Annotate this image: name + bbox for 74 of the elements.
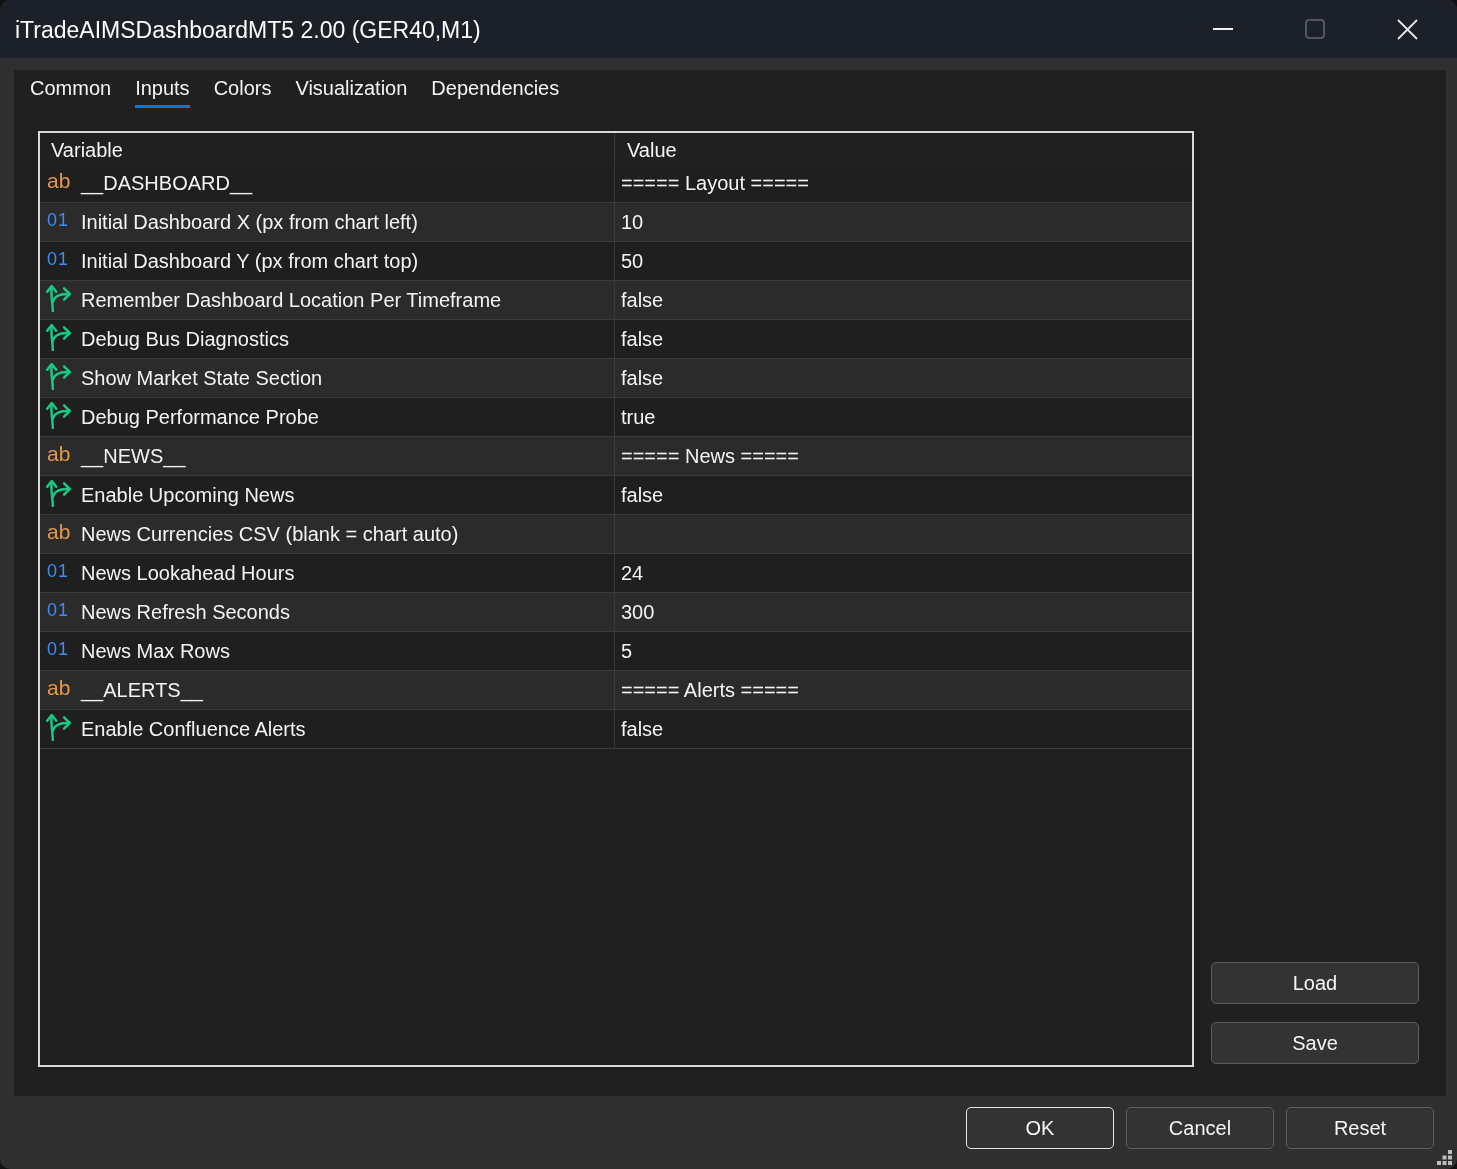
column-header[interactable]: Variable: [51, 139, 123, 162]
type-label: ab: [47, 442, 71, 466]
table-row[interactable]: Show Market State Section false: [40, 359, 1192, 398]
tab[interactable]: Colors: [213, 76, 272, 108]
variable-value[interactable]: 5: [621, 639, 633, 663]
table-row[interactable]: Debug Bus Diagnostics false: [40, 320, 1192, 359]
variable-name: News Max Rows: [81, 639, 230, 663]
variable-name: Show Market State Section: [81, 366, 323, 390]
variable-value[interactable]: false: [621, 288, 664, 312]
close-icon[interactable]: [1397, 18, 1418, 40]
variable-value[interactable]: false: [621, 327, 664, 351]
variable-value[interactable]: 300: [621, 600, 655, 624]
type-label: 01: [47, 560, 70, 583]
table-row[interactable]: ab __NEWS__ ===== News =====: [40, 437, 1192, 476]
variable-name: Enable Upcoming News: [81, 483, 295, 507]
table-row[interactable]: 01 Initial Dashboard X (px from chart left) 10: [40, 203, 1192, 242]
dialog-button[interactable]: Cancel: [1126, 1107, 1274, 1149]
variable-name: __ALERTS__: [81, 678, 203, 702]
resize-grip-icon[interactable]: [1437, 1150, 1452, 1165]
variable-value[interactable]: false: [621, 366, 664, 390]
side-button[interactable]: Load: [1211, 962, 1419, 1004]
variable-value[interactable]: ===== News =====: [621, 444, 799, 468]
type-label: ab: [47, 169, 71, 193]
variable-name: Initial Dashboard X (px from chart left): [81, 210, 418, 234]
table-row[interactable]: Enable Confluence Alerts false: [40, 710, 1192, 749]
dialog-button[interactable]: OK: [966, 1107, 1114, 1149]
fork-arrow-icon: [46, 480, 72, 507]
column-header[interactable]: Value: [627, 139, 677, 162]
variable-name: Debug Performance Probe: [81, 405, 319, 429]
tab[interactable]: Visualization: [295, 76, 408, 108]
variable-value[interactable]: ===== Alerts =====: [621, 678, 799, 702]
variable-name: Debug Bus Diagnostics: [81, 327, 289, 351]
variable-value[interactable]: 50: [621, 249, 644, 273]
type-label: 01: [47, 638, 70, 661]
tab[interactable]: Common: [30, 76, 112, 108]
type-label: 01: [47, 599, 70, 622]
variable-value[interactable]: false: [621, 483, 664, 507]
variable-name: News Refresh Seconds: [81, 600, 290, 624]
fork-arrow-icon: [46, 285, 72, 312]
variable-name: __NEWS__: [81, 444, 186, 468]
table-row[interactable]: Debug Performance Probe true: [40, 398, 1192, 437]
tab[interactable]: Dependencies: [431, 76, 560, 108]
variable-name: Remember Dashboard Location Per Timeframe: [81, 288, 502, 312]
variable-value[interactable]: 24: [621, 561, 644, 585]
table-row[interactable]: 01 Initial Dashboard Y (px from chart top) 50: [40, 242, 1192, 281]
window-title: iTradeAIMSDashboardMT5 2.00 (GER40,M1): [15, 16, 482, 44]
variable-name: News Lookahead Hours: [81, 561, 295, 585]
variable-value[interactable]: true: [621, 405, 656, 429]
tab[interactable]: Inputs: [135, 76, 190, 108]
variable-name: __DASHBOARD__: [81, 171, 253, 195]
table-row[interactable]: 01 News Lookahead Hours 24: [40, 554, 1192, 593]
variable-value[interactable]: ===== Layout =====: [621, 171, 809, 195]
table-row[interactable]: Enable Upcoming News false: [40, 476, 1192, 515]
side-button[interactable]: Save: [1211, 1022, 1419, 1064]
variable-name: Enable Confluence Alerts: [81, 717, 306, 741]
dialog-button[interactable]: Reset: [1286, 1107, 1434, 1149]
table-row[interactable]: ab News Currencies CSV (blank = chart auto): [40, 515, 1192, 554]
variable-name: News Currencies CSV (blank = chart auto): [81, 522, 459, 546]
table-row[interactable]: 01 News Refresh Seconds 300: [40, 593, 1192, 632]
fork-arrow-icon: [46, 714, 72, 741]
type-label: 01: [47, 248, 70, 271]
type-label: ab: [47, 676, 71, 700]
table-row[interactable]: Remember Dashboard Location Per Timeframe false: [40, 281, 1192, 320]
table-row[interactable]: ab __DASHBOARD__ ===== Layout =====: [40, 164, 1192, 203]
variable-value[interactable]: false: [621, 717, 664, 741]
fork-arrow-icon: [46, 402, 72, 429]
variable-name: Initial Dashboard Y (px from chart top): [81, 249, 419, 273]
fork-arrow-icon: [46, 324, 72, 351]
fork-arrow-icon: [46, 363, 72, 390]
variable-value[interactable]: 10: [621, 210, 644, 234]
type-label: 01: [47, 209, 70, 232]
table-row[interactable]: 01 News Max Rows 5: [40, 632, 1192, 671]
type-label: ab: [47, 520, 71, 544]
table-row[interactable]: ab __ALERTS__ ===== Alerts =====: [40, 671, 1192, 710]
